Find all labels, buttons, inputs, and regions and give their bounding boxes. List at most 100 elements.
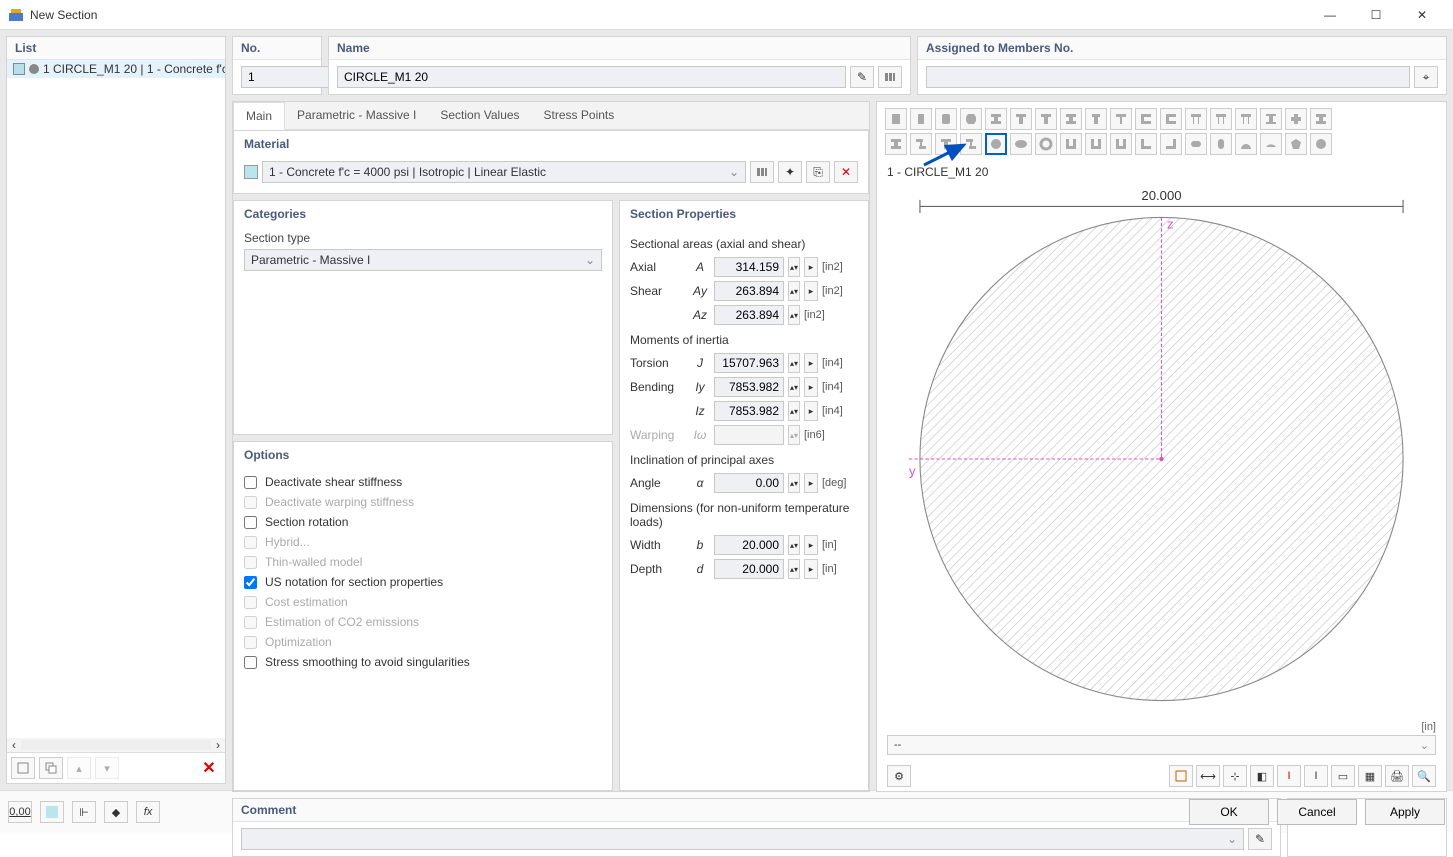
preview-dropdown[interactable]: -- [887,735,1436,755]
shape-pi2[interactable] [1210,108,1232,130]
opt-rotation[interactable]: Section rotation [244,512,602,532]
shape-slot1[interactable] [1185,133,1207,155]
shape-circle[interactable] [985,133,1007,155]
spinner[interactable]: ▴▾ [788,257,800,277]
preview-info-button[interactable]: ⚙ [887,765,911,787]
tree-button[interactable]: ⊩ [72,801,96,823]
preview-print-button[interactable]: 🖨 [1385,765,1409,787]
shape-pi1[interactable] [1185,108,1207,130]
arrow-button[interactable]: ▸ [804,257,818,277]
shape-hollow-circle[interactable] [1310,133,1332,155]
preview-find-button[interactable]: 🔍 [1412,765,1436,787]
sort-asc-button[interactable]: ▴ [67,757,91,779]
section-preview[interactable]: 20.000 z y [887,183,1436,713]
sort-desc-button[interactable]: ▾ [95,757,119,779]
preview-principal-button[interactable]: I [1304,765,1328,787]
j-input[interactable] [714,353,784,373]
ay-input[interactable] [714,281,784,301]
material-copy-button[interactable]: ⎘ [806,161,830,183]
scroll-right-icon[interactable]: › [211,738,225,752]
shape-tee3[interactable] [1085,108,1107,130]
shape-zee2[interactable] [960,133,982,155]
edit-name-button[interactable]: ✎ [850,66,874,88]
shape-semi[interactable] [1235,133,1257,155]
maximize-button[interactable]: ☐ [1353,0,1399,30]
shape-ring[interactable] [1035,133,1057,155]
iy-input[interactable] [714,377,784,397]
angle-input[interactable] [714,473,784,493]
units-button[interactable]: 0,00 [8,801,32,823]
shape-channel2[interactable] [1160,108,1182,130]
name-input[interactable] [337,66,846,88]
preview-dim-button[interactable]: ⟷ [1196,765,1220,787]
ok-button[interactable]: OK [1189,799,1269,825]
comment-input[interactable] [241,828,1244,850]
new-item-button[interactable] [11,757,35,779]
opt-us-notation[interactable]: US notation for section properties [244,572,602,592]
shape-pi3[interactable] [1235,108,1257,130]
shape-tee4[interactable] [1110,108,1132,130]
preview-box-button[interactable] [1169,765,1193,787]
shape-ibeam4[interactable] [1310,108,1332,130]
preview-stress-button[interactable]: I [1277,765,1301,787]
depth-input[interactable] [714,559,784,579]
preview-axes-button[interactable]: ⊹ [1223,765,1247,787]
shape-u1[interactable] [1060,133,1082,155]
opt-shear[interactable]: Deactivate shear stiffness [244,472,602,492]
apply-button[interactable]: Apply [1365,799,1445,825]
material-library-button[interactable] [750,161,774,183]
shape-channel1[interactable] [1135,108,1157,130]
cancel-button[interactable]: Cancel [1277,799,1357,825]
tab-section-values[interactable]: Section Values [428,102,531,129]
preview-values-button[interactable]: ◧ [1250,765,1274,787]
shape-octagon[interactable] [960,108,982,130]
help-button[interactable]: ◆ [104,801,128,823]
pick-members-button[interactable]: ⌖ [1414,66,1438,88]
width-input[interactable] [714,535,784,555]
az-input[interactable] [714,305,784,325]
library-name-button[interactable] [878,66,902,88]
shape-ibeam3[interactable] [1260,108,1282,130]
shape-tee5[interactable] [935,133,957,155]
tab-main[interactable]: Main [233,102,285,130]
shape-u3[interactable] [1110,133,1132,155]
tab-stress-points[interactable]: Stress Points [532,102,627,129]
shape-rect2[interactable] [910,108,932,130]
copy-item-button[interactable] [39,757,63,779]
shape-segment[interactable] [1260,133,1282,155]
shape-rect1[interactable] [885,108,907,130]
axial-input[interactable] [714,257,784,277]
shape-cross1[interactable] [1285,108,1307,130]
shape-roundrect[interactable] [935,108,957,130]
scroll-left-icon[interactable]: ‹ [7,738,21,752]
tab-parametric[interactable]: Parametric - Massive I [285,102,428,129]
material-delete-button[interactable]: ✕ [834,161,858,183]
list-hscroll[interactable]: ‹ › [7,738,225,752]
iz-input[interactable] [714,401,784,421]
shape-zee1[interactable] [910,133,932,155]
shape-ellipse[interactable] [1010,133,1032,155]
material-new-button[interactable]: ✦ [778,161,802,183]
shape-ibeam1[interactable] [985,108,1007,130]
delete-item-button[interactable]: ✕ [197,757,221,779]
preview-grid-button[interactable]: ▦ [1358,765,1382,787]
shape-polygon[interactable] [1285,133,1307,155]
preview-label-button[interactable]: ▭ [1331,765,1355,787]
assigned-input[interactable] [926,66,1410,88]
list-item[interactable]: 1 CIRCLE_M1 20 | 1 - Concrete f'c = 40 [7,60,225,78]
shape-tee1[interactable] [1010,108,1032,130]
material-select[interactable]: 1 - Concrete f'c = 4000 psi | Isotropic … [262,161,746,183]
opt-smooth[interactable]: Stress smoothing to avoid singularities [244,652,602,672]
shape-tee2[interactable] [1035,108,1057,130]
shape-angle1[interactable] [1135,133,1157,155]
scroll-track[interactable] [21,740,211,750]
shape-ibeam2[interactable] [1060,108,1082,130]
color-button[interactable] [40,801,64,823]
section-type-select[interactable]: Parametric - Massive I [244,249,602,271]
close-button[interactable]: ✕ [1399,0,1445,30]
shape-u2[interactable] [1085,133,1107,155]
comment-edit-button[interactable]: ✎ [1248,828,1272,850]
shape-angle2[interactable] [1160,133,1182,155]
shape-slot2[interactable] [1210,133,1232,155]
shape-ibeam5[interactable] [885,133,907,155]
